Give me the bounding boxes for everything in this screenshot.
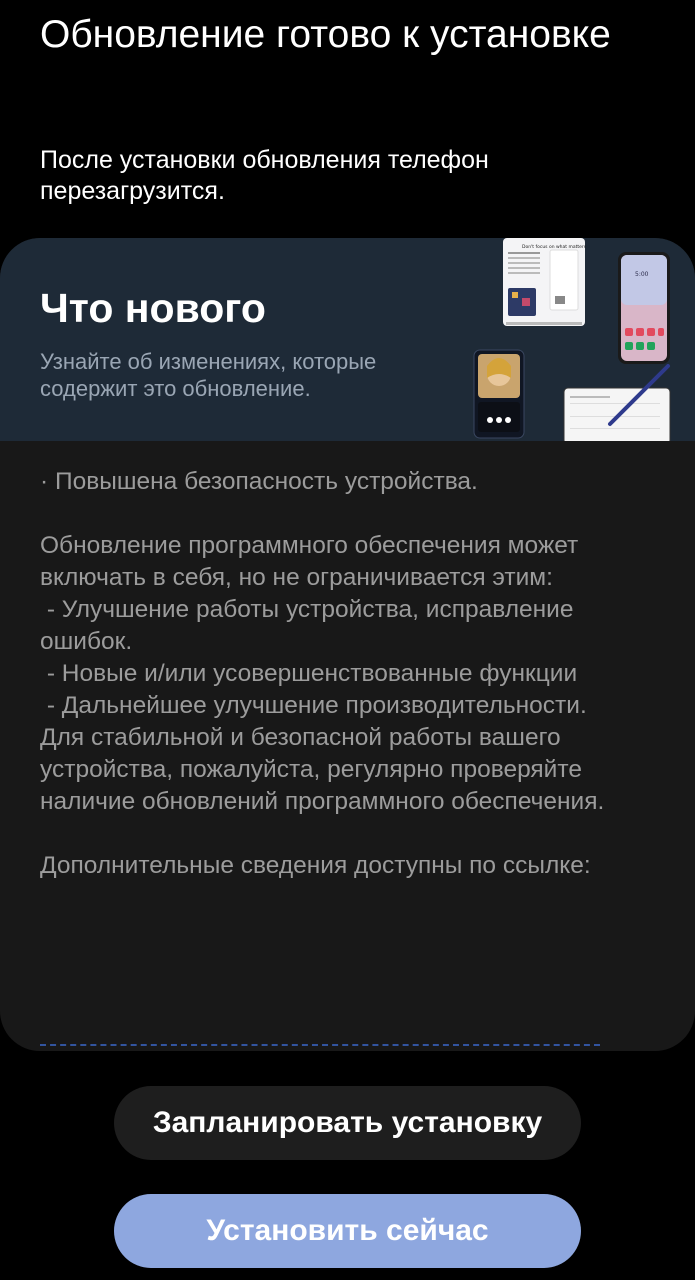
tablet-caption: Don't focus on what matters (522, 244, 587, 250)
whats-new-description: Узнайте об изменениях, которые содержит … (40, 349, 377, 401)
whats-new-banner: Что нового Узнайте об изменениях, которы… (0, 238, 695, 441)
release-notes-text: · Повышена безопасность устройства. Обно… (40, 468, 605, 879)
update-ready-screen: Обновление готово к установке После уста… (0, 0, 695, 1280)
whats-new-title: Что нового (40, 285, 266, 331)
phone-image: 5:00 (618, 252, 670, 364)
pen-tablet-image (563, 364, 671, 441)
tablet-image: Don't focus on what matters (503, 238, 587, 326)
install-now-button[interactable]: Установить сейчас (114, 1194, 581, 1268)
page-subtitle: После установки обновления телефон перез… (40, 146, 489, 205)
phone-clock: 5:00 (635, 271, 649, 278)
devices-illustration: Don't focus on what matters 5:00 (473, 238, 671, 441)
update-details-card[interactable]: Что нового Узнайте об изменениях, которы… (0, 238, 695, 1051)
release-notes-link[interactable] (40, 1044, 600, 1051)
flip-phone-image (473, 349, 525, 439)
page-title: Обновление готово к установке (40, 13, 611, 56)
schedule-install-button[interactable]: Запланировать установку (114, 1086, 581, 1160)
